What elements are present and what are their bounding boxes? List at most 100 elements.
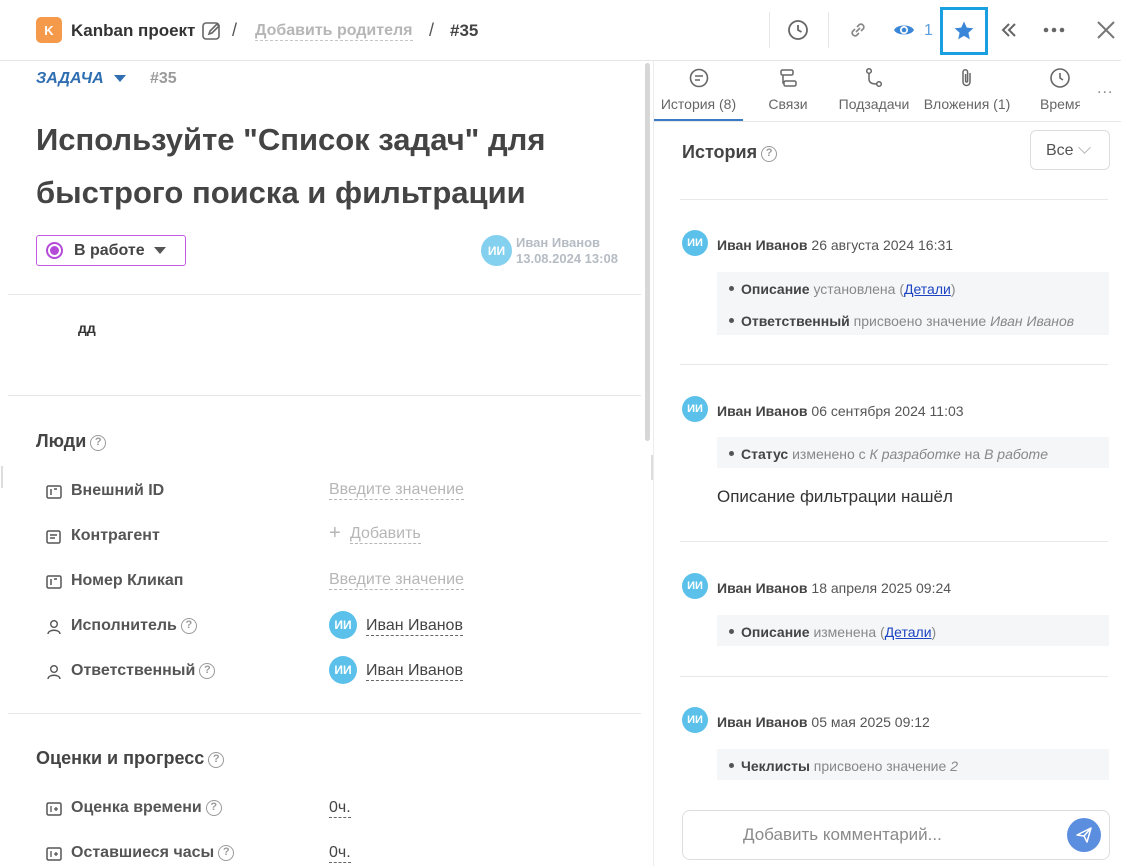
field-label-clickup-number: Номер Кликап [71,572,184,589]
tab-history[interactable]: История (8) [654,61,743,122]
bullet [729,318,734,323]
time-estimate-value[interactable]: 0ч. [329,799,351,818]
field-label-assignee: Исполнитель? [71,617,197,635]
subtasks-icon [863,67,885,89]
id-card-icon [45,573,63,591]
divider [680,199,1108,200]
help-icon[interactable]: ? [761,146,778,162]
link-icon[interactable] [846,18,870,42]
add-counterparty-link[interactable]: Добавить [350,525,421,544]
send-comment-button[interactable] [1067,818,1101,852]
plus-icon[interactable]: + [329,522,341,545]
help-icon[interactable]: ? [199,663,216,679]
chat-icon [688,67,710,89]
divider [680,364,1108,365]
tab-label: Время [1040,96,1080,112]
help-icon[interactable]: ? [90,435,107,451]
history-avatar: ИИ [682,707,708,733]
field-label-counterparty: Контрагент [71,527,160,544]
caret-down-icon[interactable] [114,75,126,82]
add-parent-link[interactable]: Добавить родителя [255,22,413,41]
header-divider [828,12,829,48]
watchers-count: 1 [924,22,933,39]
more-tabs-button[interactable]: ... [1097,80,1113,98]
breadcrumb-separator: / [429,20,435,40]
history-entry-header: Иван Иванов 05 мая 2025 09:12 [717,714,930,730]
assignee-name[interactable]: Иван Иванов [366,617,463,636]
favorite-button[interactable] [940,7,988,55]
task-title[interactable]: Используйте "Список задач" для быстрого … [36,113,596,219]
responsible-name[interactable]: Иван Иванов [366,662,463,681]
breadcrumb-task-number: #35 [450,21,479,40]
status-label: В работе [74,241,145,259]
divider [8,294,641,295]
contact-card-icon [45,528,63,546]
watch-eye-icon[interactable] [892,18,916,42]
external-id-input[interactable]: Введите значение [329,481,464,500]
history-entry-header: Иван Иванов 26 августа 2024 16:31 [717,237,954,253]
assignee-avatar: ИИ [329,611,357,639]
section-title-estimates: Оценки и прогресс? [36,748,225,769]
detail-tabs: История (8) Связи Подзадачи Вложения (1)… [654,61,1121,122]
collapse-chevrons-icon[interactable] [997,18,1021,42]
clickup-number-input[interactable]: Введите значение [329,571,464,590]
author-date: 13.08.2024 13:08 [516,251,618,266]
divider [8,395,641,396]
field-label-responsible: Ответственный? [71,662,216,680]
details-link[interactable]: Детали [885,624,932,640]
comment-placeholder: Добавить комментарий... [743,825,942,844]
id-card-icon [45,483,63,501]
help-icon[interactable]: ? [205,800,222,816]
history-avatar: ИИ [682,573,708,599]
remaining-hours-value[interactable]: 0ч. [329,844,351,863]
history-change-line: Ответственный присвоено значение Иван Ив… [741,313,1075,329]
tab-label: Подзадачи [838,96,910,112]
help-icon[interactable]: ? [208,752,225,768]
help-icon[interactable]: ? [180,618,197,634]
bullet [729,763,734,768]
task-description[interactable]: дд [78,320,96,336]
number-icon [45,800,63,818]
tab-subtasks[interactable]: Подзадачи [834,61,914,122]
left-panel-scrollbar[interactable] [645,63,650,441]
details-link[interactable]: Детали [904,281,951,297]
history-comment: Описание фильтрации нашёл [717,487,953,506]
tab-attachments[interactable]: Вложения (1) [920,61,1014,122]
person-icon [45,618,63,636]
status-dropdown[interactable]: В работе [36,235,186,266]
edit-icon[interactable] [201,20,223,42]
task-type-dropdown[interactable]: ЗАДАЧА [36,70,104,88]
divider [680,676,1108,677]
history-avatar: ИИ [682,396,708,422]
history-entry-header: Иван Иванов 18 апреля 2025 09:24 [717,580,952,596]
history-change-line: Чеклисты присвоено значение 2 [741,758,958,774]
tab-label: Связи [768,96,808,112]
task-number: #35 [150,70,177,87]
history-title: История? [682,142,778,163]
author-name: Иван Иванов [516,235,601,250]
history-clock-icon[interactable] [786,18,810,42]
section-title-people: Люди? [36,431,107,452]
bullet [729,451,734,456]
history-filter-select[interactable]: Все [1030,130,1110,170]
more-options-icon[interactable] [1042,18,1066,42]
divider [8,713,641,714]
responsible-avatar: ИИ [329,656,357,684]
history-avatar: ИИ [682,230,708,256]
number-icon [45,845,63,863]
project-name[interactable]: Kanban проект [71,21,195,41]
project-badge: K [36,17,62,43]
tab-time[interactable]: Время [1040,61,1080,122]
tab-label: Вложения (1) [923,96,1011,112]
caret-down-icon [153,247,166,254]
close-icon[interactable] [1094,18,1118,42]
history-change-line: Описание установлена (Детали) [741,281,956,297]
history-entry-header: Иван Иванов 06 сентября 2024 11:03 [717,403,964,419]
help-icon[interactable]: ? [218,845,235,861]
bullet [729,286,734,291]
history-change-line: Описание изменена (Детали) [741,624,937,640]
resize-grip[interactable] [1,466,3,488]
paperclip-icon [956,67,978,89]
tab-links[interactable]: Связи [750,61,826,122]
divider [680,541,1108,542]
